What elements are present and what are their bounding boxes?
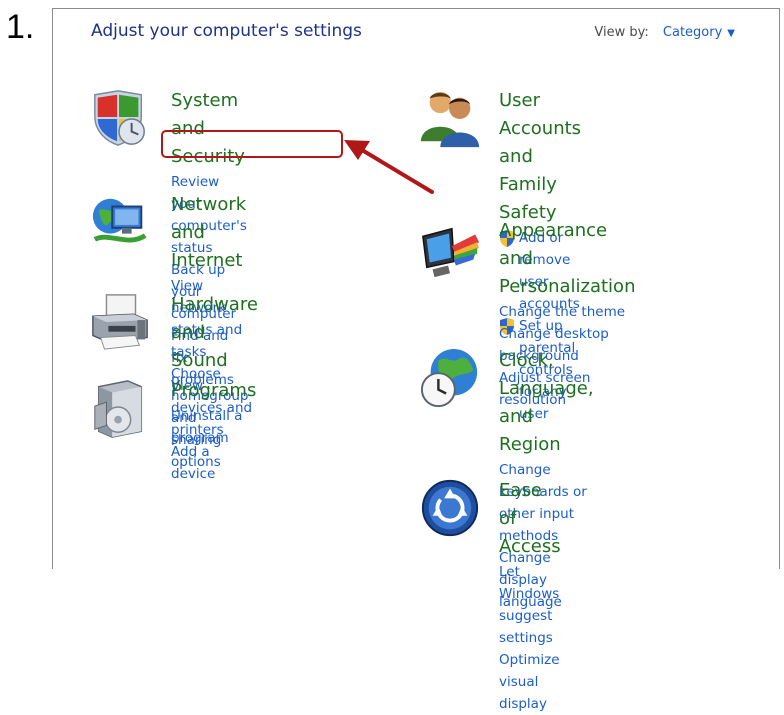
category-title-ease-of-access[interactable]: Ease of Access (499, 477, 561, 561)
users-icon[interactable] (419, 87, 481, 149)
category-title-network-and-internet[interactable]: Network and Internet (171, 191, 248, 275)
link-optimize-visual-display[interactable]: Optimize visual display (499, 649, 561, 715)
category-title-line1[interactable]: Appearance and (499, 220, 607, 269)
control-panel-window: Adjust your computer's settings View by:… (52, 8, 780, 712)
view-by-label: View by: (594, 25, 649, 40)
highlight-box (161, 130, 343, 158)
category-title-hardware-and-sound[interactable]: Hardware and Sound (171, 291, 258, 375)
link-change-the-theme[interactable]: Change the theme (499, 301, 635, 323)
monitor-palette-icon[interactable] (419, 217, 481, 279)
globe-clock-icon[interactable] (419, 347, 481, 409)
network-globe-icon[interactable] (89, 191, 151, 253)
view-by: View by: Category ▼ (594, 25, 735, 40)
category-title-line1[interactable]: Clock, Language, and (499, 350, 594, 427)
ease-of-access-icon[interactable] (419, 477, 481, 539)
category-title-line1[interactable]: User Accounts and Family (499, 90, 581, 195)
category-title-appearance[interactable]: Appearance and Personalization (499, 217, 635, 301)
category-title-line2[interactable]: Personalization (499, 276, 635, 297)
link-let-windows-suggest-settings[interactable]: Let Windows suggest settings (499, 561, 561, 649)
view-by-value[interactable]: Category (663, 25, 722, 40)
view-by-dropdown[interactable]: Category ▼ (663, 25, 735, 40)
category-title-system-and-security[interactable]: System and Security (171, 87, 247, 171)
page-title: Adjust your computer's settings (91, 21, 362, 41)
programs-box-icon[interactable] (89, 377, 151, 439)
shield-flag-icon[interactable] (89, 87, 151, 149)
category-title-programs[interactable]: Programs (171, 377, 256, 405)
category-title-line2[interactable]: Region (499, 434, 561, 455)
category-title-clock-language-region[interactable]: Clock, Language, and Region (499, 347, 594, 459)
step-number: 1. (6, 8, 35, 46)
printer-icon[interactable] (89, 291, 151, 353)
link-uninstall-a-program[interactable]: Uninstall a program (171, 405, 256, 449)
chevron-down-icon[interactable]: ▼ (727, 28, 735, 39)
category-title-user-accounts[interactable]: User Accounts and Family Safety (499, 87, 581, 227)
